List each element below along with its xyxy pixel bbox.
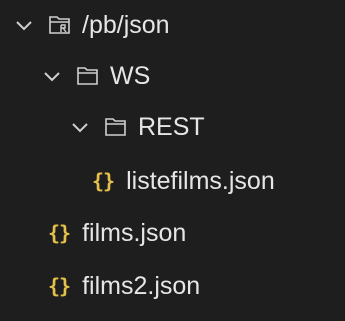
json-file-icon: {} bbox=[48, 221, 71, 245]
file-explorer-tree: /pb/json WS REST {} listefilms.json {} f… bbox=[0, 0, 345, 321]
tree-item-label: listefilms.json bbox=[126, 166, 275, 195]
folder-icon bbox=[104, 117, 128, 137]
tree-item-rest[interactable]: REST bbox=[0, 102, 345, 152]
tree-item-label: films2.json bbox=[82, 271, 201, 300]
root-folder-icon bbox=[48, 15, 72, 35]
tree-item-listefilms-json[interactable]: {} listefilms.json bbox=[0, 156, 345, 206]
chevron-down-icon[interactable] bbox=[14, 15, 34, 35]
chevron-down-icon[interactable] bbox=[70, 117, 90, 137]
tree-item-label: REST bbox=[138, 112, 205, 141]
chevron-down-icon[interactable] bbox=[42, 66, 62, 86]
json-file-icon: {} bbox=[92, 169, 115, 193]
tree-item-label: WS bbox=[110, 61, 151, 90]
folder-icon bbox=[76, 66, 100, 86]
tree-item-films-json[interactable]: {} films.json bbox=[0, 208, 345, 258]
tree-item-ws[interactable]: WS bbox=[0, 51, 345, 101]
tree-item-label: /pb/json bbox=[82, 10, 170, 39]
json-file-icon: {} bbox=[48, 274, 71, 298]
tree-item-label: films.json bbox=[82, 218, 187, 247]
tree-item-films2-json[interactable]: {} films2.json bbox=[0, 261, 345, 311]
tree-item-pb-json[interactable]: /pb/json bbox=[0, 0, 345, 50]
